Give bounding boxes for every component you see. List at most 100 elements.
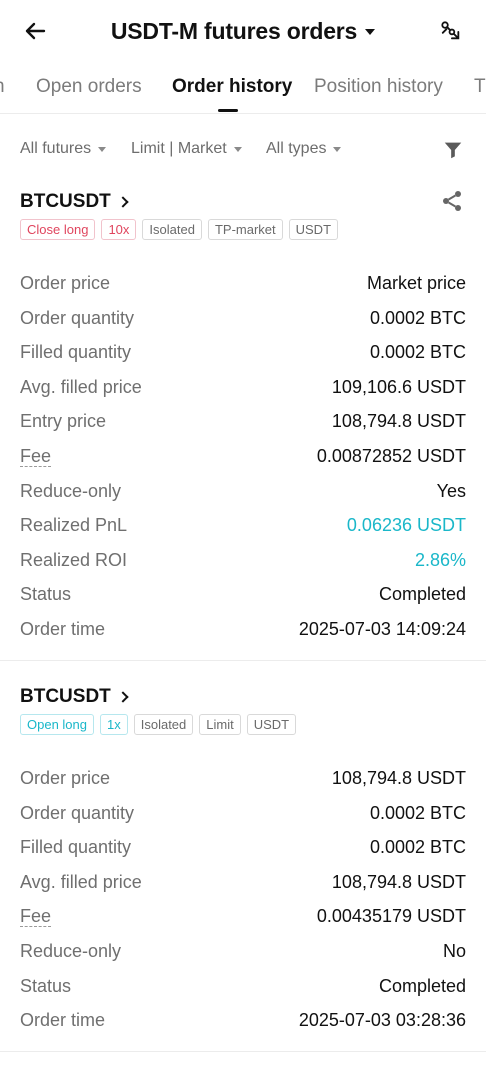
detail-row: Order quantity 0.0002 BTC: [0, 304, 486, 339]
row-label: Realized PnL: [20, 515, 128, 536]
filter-bar: All futures Limit | Market All types: [0, 114, 486, 184]
title-dropdown[interactable]: USDT-M futures orders: [0, 14, 486, 48]
share-icon[interactable]: [440, 189, 464, 213]
page-title: USDT-M futures orders: [110, 17, 358, 44]
card-divider: [0, 660, 486, 661]
row-value: 108,794.8 USDT: [331, 411, 466, 432]
row-label: Avg. filled price: [20, 376, 142, 397]
order-detail-rows: Order price Market price Order quantity 0.…: [0, 269, 486, 650]
types-filter[interactable]: All types: [266, 140, 342, 158]
detail-row: Realized ROI 2.86%: [0, 546, 486, 581]
currency-tag: USDT: [288, 219, 339, 240]
leverage-tag: 10x: [101, 219, 137, 240]
order-type-tag: Limit: [199, 714, 241, 735]
tab-partial-right[interactable]: T: [474, 76, 486, 98]
row-value: 0.0002 BTC: [369, 837, 466, 858]
detail-row: Fee 0.00872852 USDT: [0, 442, 486, 477]
row-label: Filled quantity: [20, 837, 132, 858]
detail-row: Avg. filled price 109,106.6 USDT: [0, 373, 486, 408]
detail-row: Fee 0.00435179 USDT: [0, 902, 486, 937]
detail-row: Filled quantity 0.0002 BTC: [0, 338, 486, 373]
row-label: Reduce-only: [20, 940, 122, 961]
row-label: Status: [20, 975, 72, 996]
tab-partial-left[interactable]: n: [0, 76, 5, 98]
detail-row: Order time 2025-07-03 03:28:36: [0, 1006, 486, 1041]
realized-pnl-value: 0.06236 USDT: [346, 515, 466, 536]
row-value: 0.0002 BTC: [369, 802, 466, 823]
side-tag: Open long: [20, 714, 94, 735]
row-label: Order quantity: [20, 307, 135, 328]
detail-row: Order price 108,794.8 USDT: [0, 764, 486, 799]
fee-label-tooltip[interactable]: Fee: [20, 446, 52, 467]
futures-filter[interactable]: All futures: [20, 140, 107, 158]
active-tab-indicator: [218, 109, 238, 112]
row-label: Order price: [20, 273, 111, 293]
detail-row: Realized PnL 0.06236 USDT: [0, 511, 486, 546]
order-tabs: n Open orders Order history Position his…: [0, 62, 486, 114]
detail-row: Order quantity 0.0002 BTC: [0, 799, 486, 834]
currency-tag: USDT: [246, 714, 297, 735]
row-label: Order time: [20, 618, 106, 639]
row-label: Entry price: [20, 411, 107, 432]
row-value: No: [442, 940, 466, 961]
row-label: Avg. filled price: [20, 871, 142, 892]
row-label: Realized ROI: [20, 549, 128, 570]
row-value: Yes: [436, 480, 466, 501]
row-value: 108,794.8 USDT: [331, 871, 466, 892]
leverage-tag: 1x: [100, 714, 128, 735]
next-order-card-peek: [0, 1052, 486, 1080]
caret-down-icon: [233, 146, 242, 152]
row-label: Order quantity: [20, 802, 135, 823]
order-detail-rows: Order price 108,794.8 USDT Order quantity…: [0, 764, 486, 1041]
row-value: 0.0002 BTC: [369, 342, 466, 363]
row-value: Completed: [378, 975, 466, 996]
detail-row: Order time 2025-07-03 14:09:24: [0, 615, 486, 650]
realized-roi-value: 2.86%: [414, 549, 466, 570]
order-card: BTCUSDT Close long 10x Isolated TP-marke…: [0, 189, 486, 659]
funnel-icon[interactable]: [442, 139, 464, 161]
types-filter-label: All types: [266, 140, 327, 157]
caret-down-icon: [333, 146, 342, 152]
caret-down-icon: [365, 29, 376, 35]
order-tags: Open long 1x Isolated Limit USDT: [20, 714, 297, 735]
app-header: USDT-M futures orders: [0, 0, 486, 62]
caret-down-icon: [98, 146, 107, 152]
detail-row: Filled quantity 0.0002 BTC: [0, 833, 486, 868]
futures-filter-label: All futures: [20, 140, 92, 157]
symbol-link[interactable]: BTCUSDT: [20, 189, 129, 215]
detail-row: Avg. filled price 108,794.8 USDT: [0, 868, 486, 903]
row-value: 0.00872852 USDT: [316, 445, 466, 466]
chevron-right-icon: [117, 691, 129, 703]
detail-row: Entry price 108,794.8 USDT: [0, 407, 486, 442]
row-value: 108,794.8 USDT: [331, 768, 466, 788]
row-label: Order time: [20, 1010, 106, 1031]
tab-open-orders[interactable]: Open orders: [36, 76, 142, 98]
order-kind-filter-label: Limit | Market: [131, 140, 227, 157]
share-screenshot-icon: [441, 21, 460, 40]
row-value: 0.00435179 USDT: [316, 906, 466, 927]
row-label: Reduce-only: [20, 480, 122, 501]
chevron-right-icon: [117, 196, 129, 208]
margin-mode-tag: Isolated: [133, 714, 194, 735]
symbol-name: BTCUSDT: [20, 191, 111, 212]
margin-mode-tag: Isolated: [142, 219, 202, 240]
detail-row: Order price Market price: [0, 269, 486, 304]
order-card: BTCUSDT Open long 1x Isolated Limit USDT…: [0, 684, 486, 1044]
detail-row: Status Completed: [0, 580, 486, 615]
row-label: Order price: [20, 768, 111, 788]
row-value: Market price: [366, 273, 466, 293]
tab-position-history[interactable]: Position history: [314, 76, 443, 98]
row-value: Completed: [378, 584, 466, 605]
tab-order-history[interactable]: Order history: [172, 76, 292, 98]
row-value: 109,106.6 USDT: [331, 376, 466, 397]
row-value: 0.0002 BTC: [369, 307, 466, 328]
symbol-name: BTCUSDT: [20, 686, 111, 707]
row-label: Status: [20, 584, 72, 605]
detail-row: Reduce-only Yes: [0, 477, 486, 512]
share-screenshot-button[interactable]: [434, 14, 468, 48]
fee-label-tooltip[interactable]: Fee: [20, 906, 52, 928]
order-kind-filter[interactable]: Limit | Market: [131, 140, 242, 158]
row-value: 2025-07-03 14:09:24: [298, 618, 466, 639]
symbol-link[interactable]: BTCUSDT: [20, 684, 129, 710]
order-type-tag: TP-market: [207, 219, 283, 240]
